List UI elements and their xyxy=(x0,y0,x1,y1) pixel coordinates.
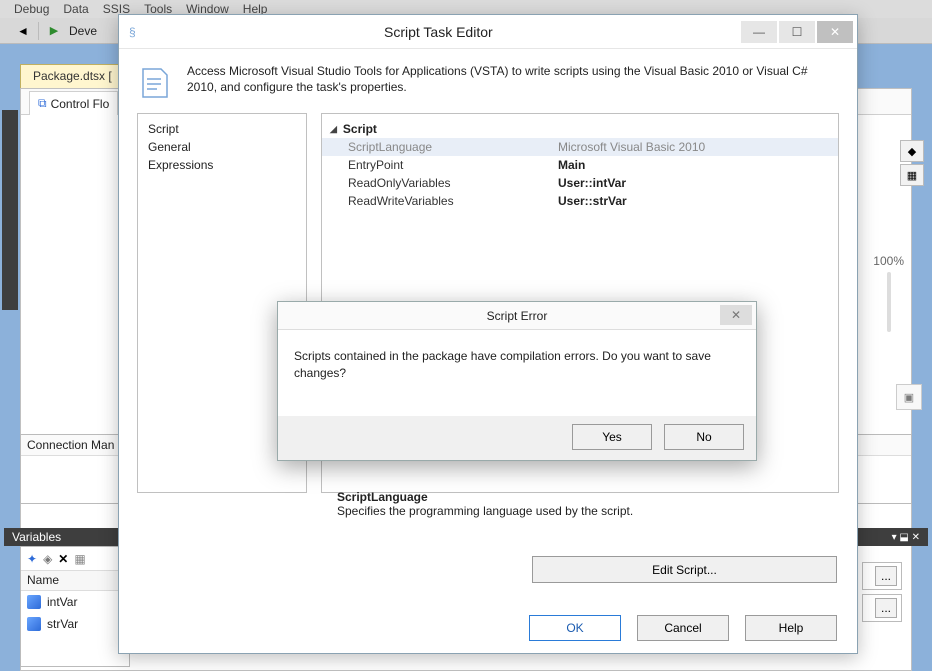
property-ellipsis-row: ... xyxy=(862,594,902,622)
variable-name: strVar xyxy=(47,617,78,631)
property-description-pane: ScriptLanguage Specifies the programming… xyxy=(329,484,837,544)
nav-item-general[interactable]: General xyxy=(148,138,296,156)
variable-icon xyxy=(27,617,41,631)
grid-options-icon[interactable]: ▦ xyxy=(74,552,85,566)
build-config-text[interactable]: Deve xyxy=(69,24,97,38)
prop-val[interactable]: User::intVar xyxy=(558,176,626,190)
property-row-entrypoint[interactable]: EntryPoint Main xyxy=(322,156,838,174)
maximize-button[interactable]: ☐ xyxy=(779,21,815,43)
variables-grid: ✦ ◈ ✕ ▦ Name intVar strVar xyxy=(20,546,130,667)
add-variable-icon[interactable]: ✦ xyxy=(27,552,37,566)
expand-icon[interactable]: ◢ xyxy=(330,124,337,135)
right-toolbox: ◆ ▦ xyxy=(900,140,928,186)
property-ellipsis-row: ... xyxy=(862,562,902,590)
editor-titlebar[interactable]: § Script Task Editor — ☐ ✕ xyxy=(119,15,857,49)
variable-row[interactable]: strVar xyxy=(21,613,129,635)
editor-button-row: OK Cancel Help xyxy=(119,615,857,641)
control-flow-tab[interactable]: ⧉ Control Flo xyxy=(29,91,118,115)
error-title: Script Error xyxy=(487,309,548,323)
collapsed-side-tab[interactable] xyxy=(2,110,18,310)
property-row-readonlyvariables[interactable]: ReadOnlyVariables User::intVar xyxy=(322,174,838,192)
editor-description-row: Access Microsoft Visual Studio Tools for… xyxy=(119,49,857,113)
yes-button[interactable]: Yes xyxy=(572,424,652,450)
property-row-scriptlanguage[interactable]: ScriptLanguage Microsoft Visual Basic 20… xyxy=(322,138,838,156)
property-section-header[interactable]: ◢ Script xyxy=(322,120,838,138)
editor-title: Script Task Editor xyxy=(136,24,741,40)
help-button[interactable]: Help xyxy=(745,615,837,641)
close-button[interactable]: ✕ xyxy=(817,21,853,43)
move-variable-icon[interactable]: ◈ xyxy=(43,552,52,566)
start-debug-button[interactable]: ▶ xyxy=(45,22,63,40)
variable-row[interactable]: intVar xyxy=(21,591,129,613)
section-label: Script xyxy=(343,122,377,136)
toolbar-separator xyxy=(38,22,39,40)
ellipsis-button[interactable]: ... xyxy=(875,566,897,586)
nav-item-expressions[interactable]: Expressions xyxy=(148,156,296,174)
script-task-icon: § xyxy=(129,25,136,39)
edit-script-button[interactable]: Edit Script... xyxy=(532,556,837,583)
document-tab-package[interactable]: Package.dtsx [ xyxy=(20,64,125,90)
control-flow-label: Control Flo xyxy=(51,97,110,111)
property-description-title: ScriptLanguage xyxy=(337,490,827,504)
editor-description: Access Microsoft Visual Studio Tools for… xyxy=(187,63,839,103)
ellipsis-button[interactable]: ... xyxy=(875,598,897,618)
variable-icon xyxy=(27,595,41,609)
variables-toolbar: ✦ ◈ ✕ ▦ xyxy=(21,547,129,571)
error-button-row: Yes No xyxy=(278,416,756,458)
script-error-dialog: Script Error ✕ Scripts contained in the … xyxy=(277,301,757,461)
script-icon xyxy=(137,63,173,103)
menu-debug[interactable]: Debug xyxy=(14,0,49,18)
prop-key: EntryPoint xyxy=(348,158,558,172)
ok-button[interactable]: OK xyxy=(529,615,621,641)
error-close-button[interactable]: ✕ xyxy=(720,305,752,325)
zoom-slider[interactable]: 100% xyxy=(873,254,904,336)
prop-val[interactable]: Main xyxy=(558,158,585,172)
variable-name: intVar xyxy=(47,595,77,609)
delete-variable-icon[interactable]: ✕ xyxy=(58,552,68,566)
prop-key: ReadOnlyVariables xyxy=(348,176,558,190)
prop-val[interactable]: Microsoft Visual Basic 2010 xyxy=(558,140,705,154)
toolbox-eraser-button[interactable]: ◆ xyxy=(900,140,924,162)
zoom-label: 100% xyxy=(873,254,904,268)
fit-to-window-button[interactable]: ▣ xyxy=(896,384,922,410)
prop-key: ScriptLanguage xyxy=(348,140,558,154)
prop-val[interactable]: User::strVar xyxy=(558,194,627,208)
zoom-track[interactable] xyxy=(887,272,891,332)
back-button[interactable]: ◄ xyxy=(14,22,32,40)
variables-column-name[interactable]: Name xyxy=(21,571,129,591)
pin-icon[interactable]: ▾ ⬓ ✕ xyxy=(892,532,920,543)
variables-title: Variables xyxy=(12,530,61,544)
prop-key: ReadWriteVariables xyxy=(348,194,558,208)
property-row-readwritevariables[interactable]: ReadWriteVariables User::strVar xyxy=(322,192,838,210)
control-flow-icon: ⧉ xyxy=(38,96,47,111)
property-description-text: Specifies the programming language used … xyxy=(337,504,827,518)
no-button[interactable]: No xyxy=(664,424,744,450)
minimize-button[interactable]: — xyxy=(741,21,777,43)
error-message: Scripts contained in the package have co… xyxy=(278,330,756,416)
toolbox-grid-button[interactable]: ▦ xyxy=(900,164,924,186)
cancel-button[interactable]: Cancel xyxy=(637,615,729,641)
nav-item-script[interactable]: Script xyxy=(148,120,296,138)
error-titlebar[interactable]: Script Error ✕ xyxy=(278,302,756,330)
menu-data[interactable]: Data xyxy=(63,0,88,18)
